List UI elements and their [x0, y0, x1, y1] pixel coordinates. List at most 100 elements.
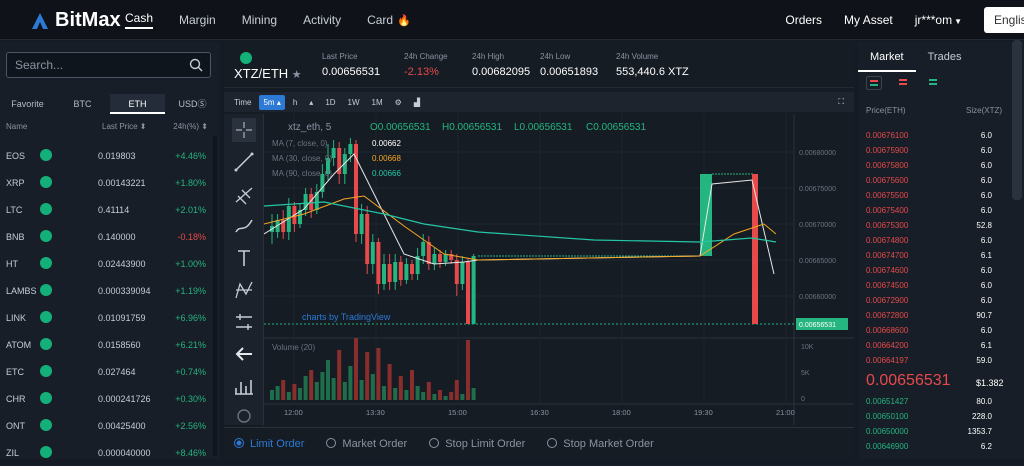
tf-h[interactable]: h	[289, 95, 301, 110]
search-input[interactable]	[15, 58, 175, 72]
language-selector[interactable]: English	[984, 7, 1024, 33]
market-coin: LAMBS	[6, 286, 37, 296]
back-arrow-icon[interactable]	[232, 342, 256, 366]
trend-line-icon[interactable]	[232, 150, 256, 174]
tab-favorite[interactable]: Favorite	[0, 94, 55, 114]
ask-size: 6.1	[980, 251, 992, 260]
ask-row[interactable]: 0.00664200 6.1	[858, 338, 1014, 353]
book-both-view-icon[interactable]	[866, 76, 882, 90]
tf-hours-caret[interactable]: ▴	[305, 95, 317, 110]
tab-usds[interactable]: USDⓈ	[165, 94, 220, 114]
market-price: 0.01091759	[98, 313, 146, 323]
tab-eth[interactable]: ETH	[110, 94, 165, 114]
ma-value: 0.00662	[372, 139, 401, 148]
tab-btc[interactable]: BTC	[55, 94, 110, 114]
market-row[interactable]: CHR 0.000241726 +0.30%	[0, 385, 220, 412]
market-list-panel: Favorite BTC ETH USDⓈ Name Last Price ⬍ …	[0, 42, 220, 459]
zoom-icon[interactable]	[232, 374, 256, 398]
ask-row[interactable]: 0.00675800 6.0	[858, 158, 1014, 173]
market-row[interactable]: LTC 0.41114 +2.01%	[0, 196, 220, 223]
ask-row[interactable]: 0.00672800 90.7	[858, 308, 1014, 323]
volume-bar	[382, 386, 386, 400]
book-asks-view-icon[interactable]	[896, 76, 912, 90]
tab-trades[interactable]: Trades	[916, 42, 974, 72]
header-change[interactable]: 24h(%) ⬍	[173, 122, 208, 131]
ask-row[interactable]: 0.00675500 6.0	[858, 188, 1014, 203]
tf-1d[interactable]: 1D	[321, 95, 339, 110]
ask-row[interactable]: 0.00675300 52.8	[858, 218, 1014, 233]
market-row[interactable]: ONT 0.00425400 +2.56%	[0, 412, 220, 439]
market-row[interactable]: BNB 0.140000 -0.18%	[0, 223, 220, 250]
order-type-stop-market[interactable]: Stop Market Order	[547, 437, 654, 450]
ask-row[interactable]: 0.00664197 59.0	[858, 353, 1014, 368]
pitchfork-icon[interactable]	[232, 182, 256, 206]
market-coin: LINK	[6, 313, 27, 323]
user-menu[interactable]: jr***om ▼	[915, 13, 962, 27]
star-icon[interactable]: ★	[292, 69, 302, 81]
settings-icon[interactable]	[232, 404, 256, 428]
order-type-limit[interactable]: Limit Order	[234, 437, 304, 450]
crosshair-icon[interactable]	[232, 118, 256, 142]
nav-my-asset[interactable]: My Asset	[844, 13, 893, 27]
pattern-icon[interactable]	[232, 278, 256, 302]
ask-row[interactable]: 0.00668600 6.0	[858, 323, 1014, 338]
bid-row[interactable]: 0.00650000 1353.7	[858, 424, 1014, 439]
ask-row[interactable]: 0.00674500 6.0	[858, 278, 1014, 293]
market-price: 0.0158560	[98, 340, 141, 350]
market-row[interactable]: ATOM 0.0158560 +6.21%	[0, 331, 220, 358]
nav-card[interactable]: Card 🔥	[367, 13, 411, 27]
nav-activity[interactable]: Activity	[303, 13, 341, 27]
ask-price: 0.00675400	[866, 206, 909, 215]
price-chart[interactable]: 0.00680000 0.00675000 0.00670000 0.00665000…	[264, 114, 854, 425]
ask-row[interactable]: 0.00674800 6.0	[858, 233, 1014, 248]
bid-row[interactable]: 0.00650100 228.0	[858, 409, 1014, 424]
market-row[interactable]: EOS 0.019803 +4.46%	[0, 142, 220, 169]
bid-row[interactable]: 0.00646900 6.2	[858, 439, 1014, 454]
nav-margin[interactable]: Margin	[179, 13, 216, 27]
market-row[interactable]: ETC 0.027464 +0.74%	[0, 358, 220, 385]
tab-market[interactable]: Market	[858, 42, 916, 72]
market-row[interactable]: LINK 0.01091759 +6.96%	[0, 304, 220, 331]
market-price: 0.00425400	[98, 421, 146, 431]
market-row[interactable]: HT 0.02443900 +1.00%	[0, 250, 220, 277]
tf-5m[interactable]: 5m ▴	[259, 94, 285, 110]
page-scrollbar[interactable]	[1012, 40, 1022, 200]
header-last-price[interactable]: Last Price ⬍	[102, 122, 147, 131]
volume-bar	[309, 370, 314, 400]
nav-orders[interactable]: Orders	[785, 13, 822, 27]
volume-bar	[320, 372, 325, 400]
nav-cash[interactable]: Cash	[125, 11, 154, 29]
ask-row[interactable]: 0.00675900 6.0	[858, 143, 1014, 158]
order-type-market[interactable]: Market Order	[326, 437, 407, 450]
tf-time[interactable]: Time	[230, 95, 255, 110]
bitmax-logo[interactable]: BitMax	[30, 9, 121, 32]
market-list-scrollbar[interactable]	[213, 136, 217, 456]
measure-icon[interactable]	[232, 310, 256, 334]
tf-1w[interactable]: 1W	[344, 95, 364, 110]
book-bids-view-icon[interactable]	[926, 76, 942, 90]
ask-size: 6.0	[980, 131, 992, 140]
ask-row[interactable]: 0.00674700 6.1	[858, 248, 1014, 263]
ask-row[interactable]: 0.00672900 6.0	[858, 293, 1014, 308]
tf-1m[interactable]: 1M	[368, 95, 387, 110]
text-icon[interactable]	[232, 246, 256, 270]
ask-row[interactable]: 0.00675400 6.0	[858, 203, 1014, 218]
ask-row[interactable]: 0.00674600 6.0	[858, 263, 1014, 278]
indicators-icon[interactable]: ▟	[410, 95, 424, 110]
market-row[interactable]: XRP 0.00143221 +1.80%	[0, 169, 220, 196]
gear-icon[interactable]: ⚙	[391, 95, 406, 110]
bid-row[interactable]: 0.00651427 80.0	[858, 394, 1014, 409]
search-icon[interactable]	[188, 57, 204, 73]
candle-body	[466, 262, 470, 324]
ask-row[interactable]: 0.00675600 6.0	[858, 173, 1014, 188]
fullscreen-icon[interactable]: ⛶	[834, 94, 848, 110]
market-row[interactable]: ZIL 0.000040000 +8.46%	[0, 439, 220, 466]
brush-icon[interactable]	[232, 214, 256, 238]
nav-mining[interactable]: Mining	[242, 13, 277, 27]
market-row[interactable]: LAMBS 0.000339094 +1.19%	[0, 277, 220, 304]
order-type-stop-limit[interactable]: Stop Limit Order	[429, 437, 525, 450]
header-name[interactable]: Name	[6, 122, 27, 131]
ask-row[interactable]: 0.00676100 6.0	[858, 128, 1014, 143]
coin-icon	[40, 446, 52, 458]
current-price-label: 0.00656531	[799, 322, 836, 329]
